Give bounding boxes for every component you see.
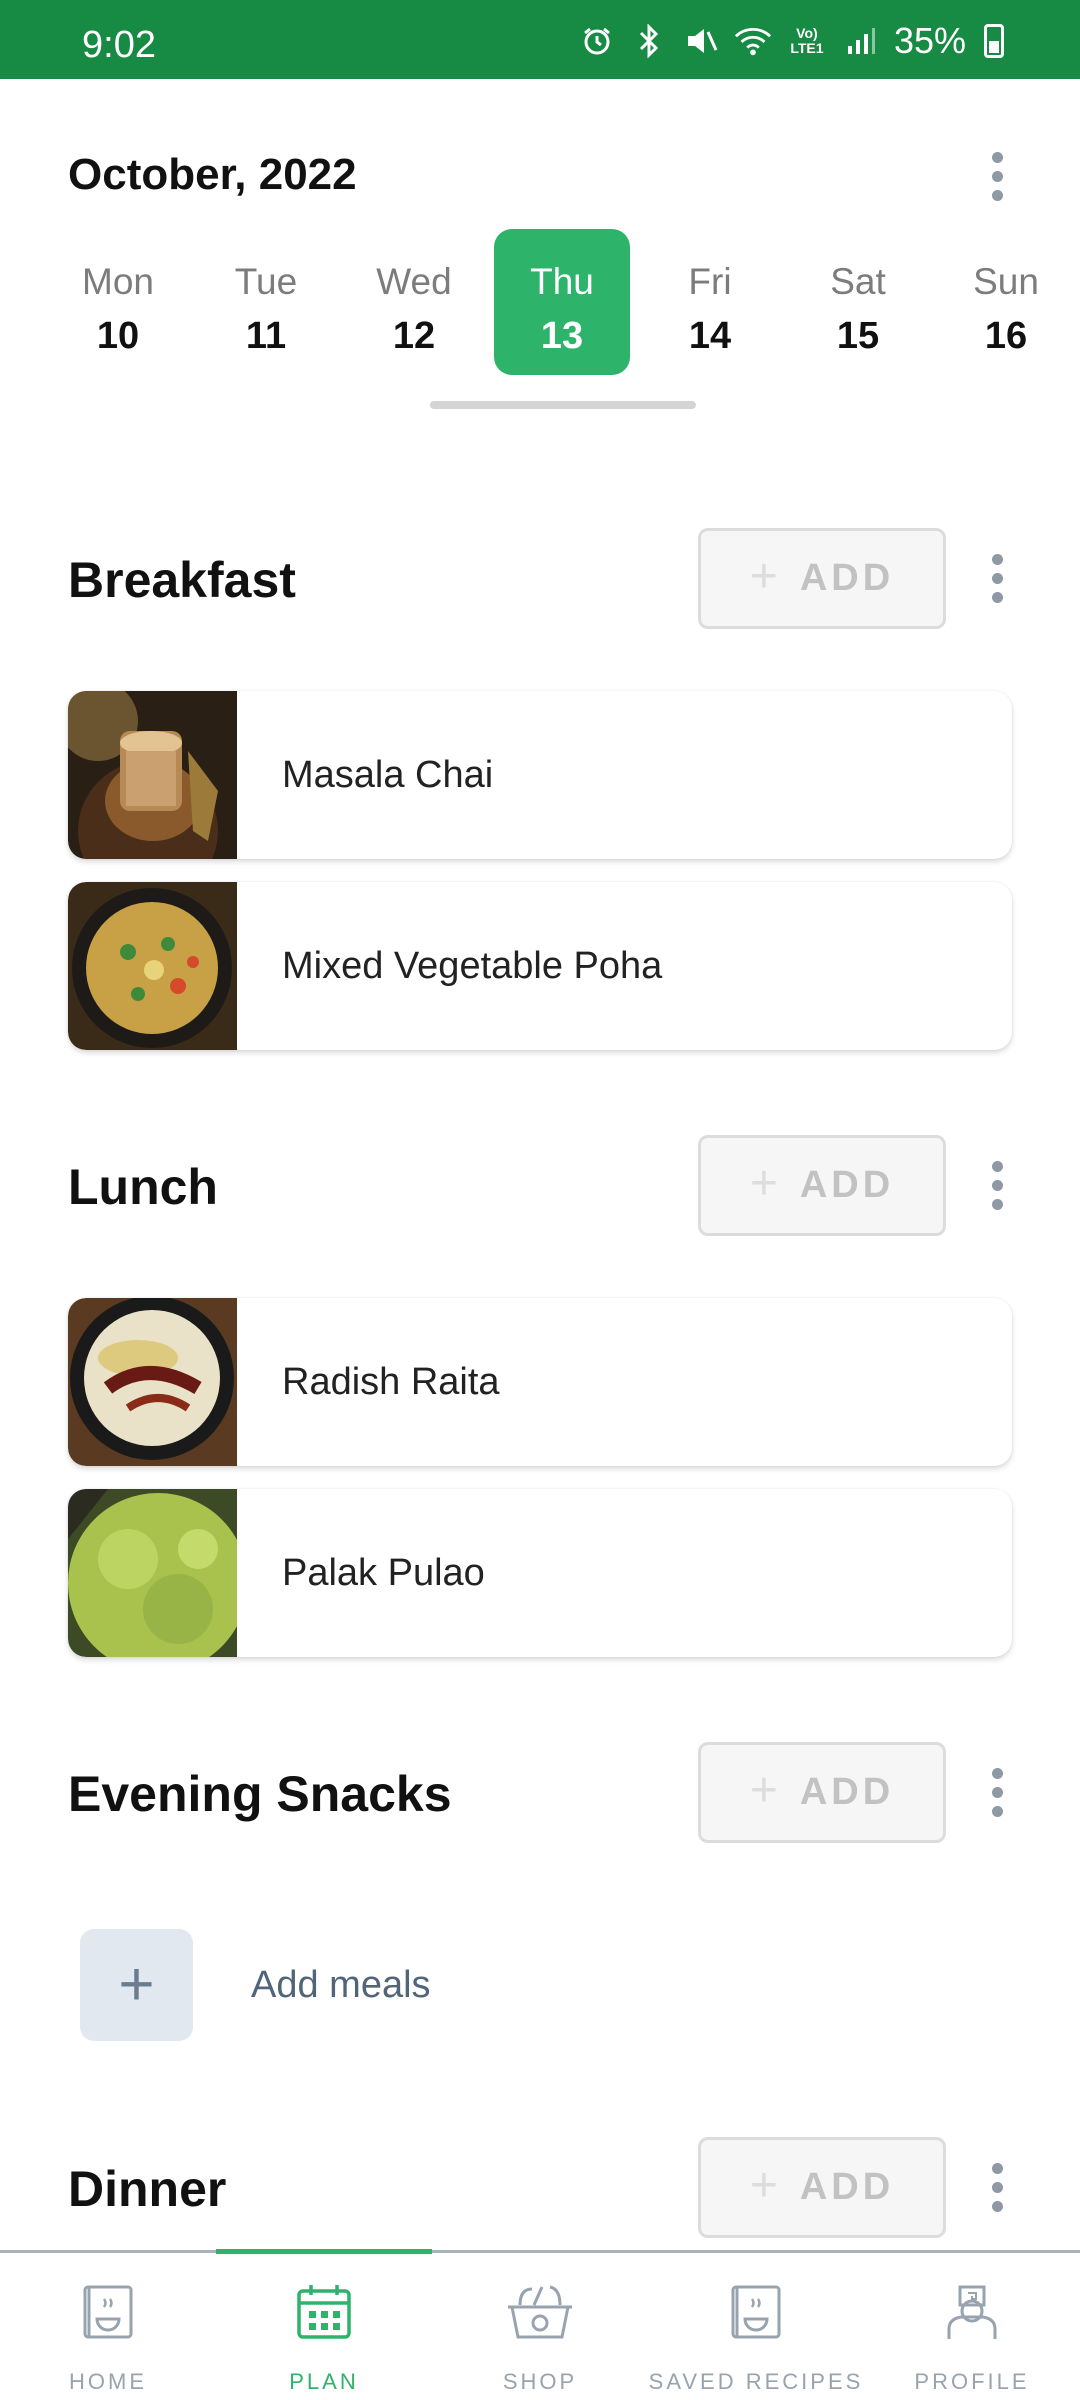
- mute-icon: [682, 22, 720, 60]
- nav-home[interactable]: HOME: [0, 2253, 216, 2400]
- day-fri[interactable]: Fri 14: [642, 229, 778, 375]
- meal-name: Mixed Vegetable Poha: [282, 944, 663, 987]
- nav-label: SHOP: [502, 2369, 578, 2394]
- day-sun[interactable]: Sun 16: [938, 229, 1074, 375]
- week-scroll-indicator[interactable]: [430, 401, 696, 409]
- day-tue[interactable]: Tue 11: [198, 229, 334, 375]
- add-meals-button[interactable]: +: [80, 1929, 193, 2041]
- section-title-dinner: Dinner: [68, 2161, 227, 2217]
- day-number: 15: [836, 315, 880, 357]
- nav-profile[interactable]: PROFILE: [864, 2253, 1080, 2400]
- section-title-evening-snacks: Evening Snacks: [68, 1766, 452, 1822]
- plus-icon: +: [118, 1950, 155, 2019]
- status-icons: Vo) LTE1 35%: [578, 20, 1004, 62]
- status-bar: 9:02 Vo) LTE1 35%: [0, 0, 1080, 79]
- meal-name: Palak Pulao: [282, 1551, 485, 1594]
- nav-label: PROFILE: [914, 2369, 1030, 2394]
- meal-image-radish-raita: [68, 1298, 237, 1466]
- day-number: 10: [96, 315, 140, 357]
- signal-icon: [842, 22, 880, 60]
- nav-label: HOME: [69, 2369, 147, 2394]
- calendar-icon: [297, 2285, 351, 2339]
- add-label: ADD: [799, 1164, 895, 1206]
- meal-card-mixed-vegetable-poha[interactable]: Mixed Vegetable Poha: [68, 882, 1012, 1050]
- day-number: 16: [984, 315, 1028, 357]
- meal-image-mixed-vegetable-poha: [68, 882, 237, 1050]
- day-number: 11: [245, 315, 287, 357]
- meal-name: Masala Chai: [282, 753, 494, 796]
- meal-image-masala-chai: [68, 691, 237, 859]
- nav-plan[interactable]: PLAN: [216, 2253, 432, 2400]
- month-title: October, 2022: [68, 150, 357, 199]
- nav-label: PLAN: [289, 2369, 359, 2394]
- day-name: Sat: [830, 261, 886, 302]
- day-number: 14: [688, 315, 732, 357]
- breakfast-more-icon[interactable]: [977, 546, 1017, 610]
- dinner-add-button[interactable]: + ADD: [698, 2137, 946, 2238]
- day-number: 13: [540, 315, 584, 357]
- meal-card-radish-raita[interactable]: Radish Raita: [68, 1298, 1012, 1466]
- plus-icon: +: [749, 2158, 778, 2212]
- add-label: ADD: [799, 557, 895, 599]
- header-more-icon[interactable]: [977, 144, 1017, 208]
- volte-icon: Vo) LTE1: [790, 25, 824, 56]
- day-name: Wed: [376, 261, 452, 302]
- bluetooth-icon: [630, 22, 668, 60]
- nav-shop[interactable]: SHOP: [432, 2253, 648, 2400]
- bottom-navigation: HOME PLAN SHOP SAVED RECIPES PROFILE: [0, 2249, 1080, 2400]
- day-mon[interactable]: Mon 10: [50, 229, 186, 375]
- meal-card-palak-pulao[interactable]: Palak Pulao: [68, 1489, 1012, 1657]
- evening-snacks-add-button[interactable]: + ADD: [698, 1742, 946, 1843]
- day-name: Tue: [234, 261, 298, 302]
- alarm-icon: [578, 22, 616, 60]
- lunch-add-button[interactable]: + ADD: [698, 1135, 946, 1236]
- week-selector: Mon 10 Tue 11 Wed 12 Thu 13 Fri 14 Sat 1…: [0, 229, 1080, 375]
- add-meals-label[interactable]: Add meals: [251, 1964, 431, 2007]
- basket-icon: [508, 2285, 572, 2339]
- battery-percent: 35%: [893, 20, 966, 61]
- add-label: ADD: [799, 1771, 895, 1813]
- day-name: Fri: [688, 261, 732, 302]
- saved-recipes-icon: [731, 2285, 781, 2339]
- chef-icon: [947, 2285, 997, 2339]
- meal-name: Radish Raita: [282, 1360, 500, 1403]
- day-number: 12: [392, 315, 436, 357]
- evening-snacks-more-icon[interactable]: [977, 1760, 1017, 1824]
- day-thu-selected[interactable]: Thu 13: [494, 229, 630, 375]
- home-cookbook-icon: [83, 2285, 133, 2339]
- section-title-lunch: Lunch: [68, 1159, 218, 1215]
- plus-icon: +: [749, 549, 778, 603]
- day-name: Mon: [82, 261, 154, 302]
- section-title-breakfast: Breakfast: [68, 552, 296, 608]
- nav-saved-recipes[interactable]: SAVED RECIPES: [648, 2253, 864, 2400]
- status-time: 9:02: [82, 24, 156, 66]
- day-sat[interactable]: Sat 15: [790, 229, 926, 375]
- lunch-more-icon[interactable]: [977, 1153, 1017, 1217]
- battery-icon: [984, 24, 1004, 58]
- meal-image-palak-pulao: [68, 1489, 237, 1657]
- add-label: ADD: [799, 2166, 895, 2208]
- day-name: Thu: [530, 261, 594, 302]
- plus-icon: +: [749, 1156, 778, 1210]
- breakfast-add-button[interactable]: + ADD: [698, 528, 946, 629]
- day-name: Sun: [973, 261, 1039, 302]
- plus-icon: +: [749, 1763, 778, 1817]
- nav-label: SAVED RECIPES: [648, 2369, 864, 2394]
- meal-card-masala-chai[interactable]: Masala Chai: [68, 691, 1012, 859]
- wifi-icon: [734, 22, 772, 60]
- dinner-more-icon[interactable]: [977, 2155, 1017, 2219]
- day-wed[interactable]: Wed 12: [346, 229, 482, 375]
